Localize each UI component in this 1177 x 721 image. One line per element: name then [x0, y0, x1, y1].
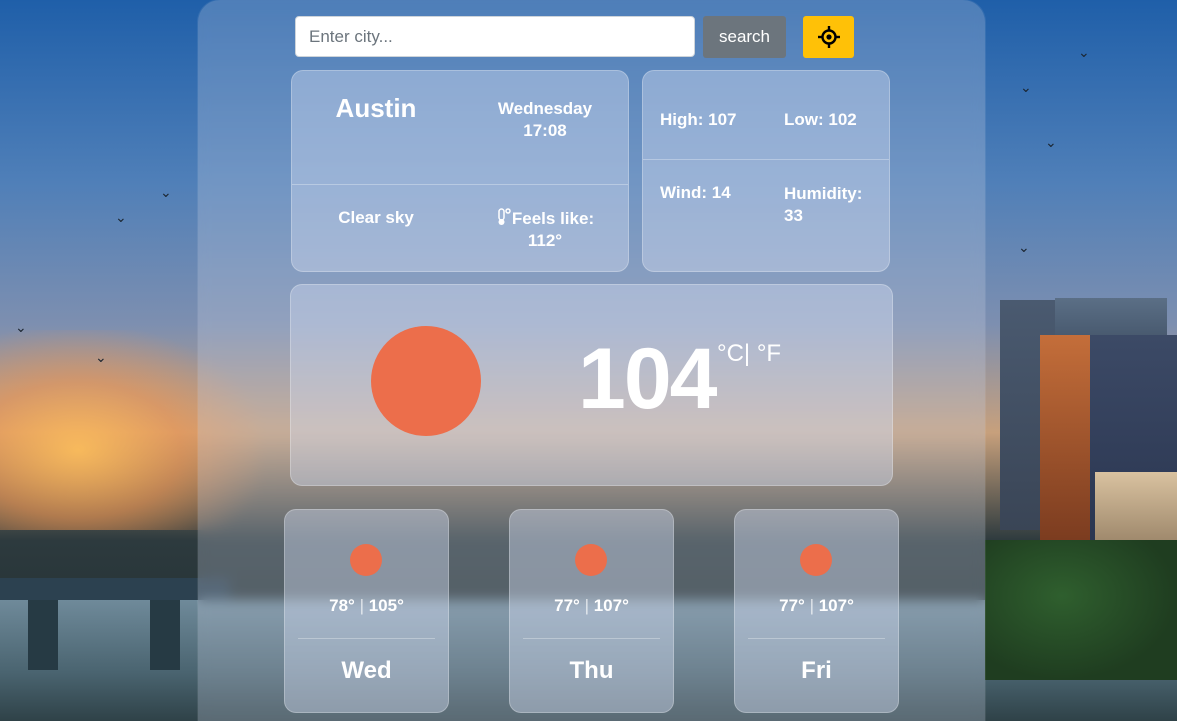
background-bird: ⌄	[15, 319, 27, 335]
forecast-temp-range: 77° | 107°	[509, 596, 674, 616]
sun-icon	[800, 544, 832, 576]
forecast-day: Thu	[569, 657, 614, 684]
card-divider	[298, 638, 435, 639]
forecast-temp-range: 77° | 107°	[734, 596, 899, 616]
humidity: Humidity: 33	[784, 183, 862, 227]
humidity-value: 33	[784, 206, 803, 225]
forecast-separator: |	[809, 596, 814, 615]
card-divider	[523, 638, 660, 639]
sun-icon	[575, 544, 607, 576]
forecast-temp-range: 78° | 105°	[284, 596, 449, 616]
forecast-separator: |	[359, 596, 364, 615]
feels-like-value: 112°	[527, 231, 563, 250]
card-divider	[643, 159, 889, 160]
time-label: 17:08	[523, 121, 567, 140]
high-temp: High: 107	[660, 110, 737, 129]
feels-like-label: Feels like:	[511, 209, 595, 228]
wind-speed: Wind: 14	[660, 183, 731, 202]
forecast-low: 77°	[554, 596, 580, 615]
background-bird: ⌄	[115, 209, 127, 225]
card-divider	[748, 638, 885, 639]
background-bird: ⌄	[1078, 44, 1090, 60]
condition-label: Clear sky	[338, 208, 414, 227]
background-bridge-pier	[150, 600, 180, 670]
humidity-label: Humidity:	[784, 184, 863, 203]
forecast-low: 78°	[329, 596, 355, 615]
forecast-day: Wed	[341, 657, 392, 684]
background-bird: ⌄	[95, 349, 107, 365]
card-divider	[292, 184, 628, 185]
background-bridge	[0, 578, 230, 600]
background-trees	[985, 540, 1177, 680]
locate-button[interactable]	[803, 16, 854, 58]
city-search-input[interactable]	[295, 16, 695, 57]
current-temperature: 104	[578, 331, 717, 427]
stats-card: High: 107 Low: 102 Wind: 14 Humidity: 33	[642, 70, 890, 272]
location-card: Austin Wednesday 17:08 Clear sky Feels l…	[291, 70, 629, 272]
background-bird: ⌄	[160, 184, 172, 200]
forecast-separator: |	[584, 596, 589, 615]
forecast-low: 77°	[779, 596, 805, 615]
background-bird: ⌄	[1020, 79, 1032, 95]
crosshair-icon	[817, 26, 840, 48]
unit-toggle[interactable]: °C| °F	[717, 340, 781, 368]
forecast-high: 107°	[818, 596, 854, 615]
sun-icon	[371, 326, 481, 436]
background-bird: ⌄	[1045, 134, 1057, 150]
low-temp: Low: 102	[784, 110, 857, 129]
forecast-high: 105°	[368, 596, 404, 615]
background-bridge-pier	[28, 600, 58, 670]
background-building	[1095, 472, 1177, 547]
city-name: Austin	[335, 93, 417, 123]
forecast-day: Fri	[801, 657, 832, 684]
search-button[interactable]: search	[703, 16, 786, 58]
background-bird: ⌄	[1018, 239, 1030, 255]
date-time: Wednesday 17:08	[460, 98, 630, 142]
feels-like: Feels like: 112°	[460, 208, 630, 252]
day-label: Wednesday	[497, 99, 593, 118]
thermometer-icon	[498, 208, 511, 225]
forecast-high: 107°	[593, 596, 629, 615]
sun-icon	[350, 544, 382, 576]
